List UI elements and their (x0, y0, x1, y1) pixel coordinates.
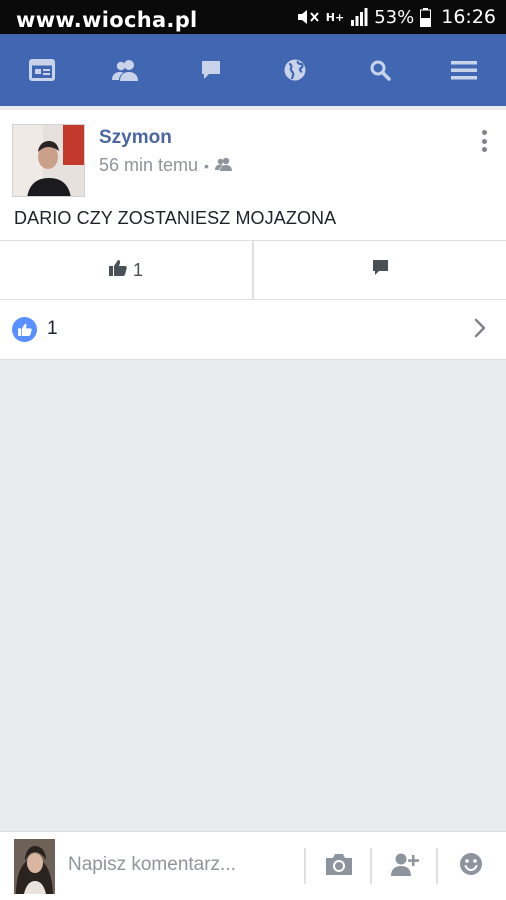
author-avatar[interactable] (12, 124, 85, 197)
smiley-icon (459, 852, 483, 881)
comment-input[interactable]: Napisz komentarz... (68, 854, 298, 876)
post-card: Szymon 56 min temu • DARIO CZY ZOSTANIES… (0, 110, 506, 360)
messages-icon (200, 59, 222, 81)
divider (436, 848, 438, 884)
thumbs-up-icon (108, 259, 127, 281)
tag-friend-button[interactable] (375, 848, 435, 884)
friends-icon (112, 59, 140, 81)
meta-separator: • (204, 157, 209, 174)
post-options-icon[interactable] (476, 128, 492, 154)
mute-icon (296, 8, 320, 26)
like-button-count: 1 (132, 259, 143, 280)
notifications-globe-icon (283, 58, 307, 82)
battery-icon (420, 7, 432, 27)
nav-search[interactable] (338, 34, 422, 106)
chevron-right-icon (474, 318, 486, 343)
nav-news-feed[interactable] (0, 34, 84, 106)
network-type-icon: H+ (325, 10, 345, 24)
like-button[interactable]: 1 (0, 241, 252, 299)
camera-icon (324, 852, 354, 881)
news-feed-icon (29, 59, 55, 81)
likes-summary[interactable]: 1 (0, 300, 506, 358)
battery-percent: 53% (374, 6, 415, 28)
status-icons: H+ 53% 16:26 (296, 5, 496, 29)
nav-menu[interactable] (422, 34, 506, 106)
comment-button[interactable] (252, 241, 506, 299)
menu-icon (450, 59, 478, 81)
nav-friends[interactable] (84, 34, 168, 106)
current-user-avatar (14, 839, 55, 894)
watermark: www.wiocha.pl (16, 8, 198, 32)
audience-friends-icon[interactable] (214, 155, 233, 176)
likes-total: 1 (47, 318, 58, 339)
post-time[interactable]: 56 min temu (99, 155, 198, 176)
post-author[interactable]: Szymon (99, 127, 172, 149)
divider (370, 848, 372, 884)
add-person-icon (391, 852, 419, 881)
like-badge-icon (12, 316, 37, 342)
search-icon (369, 59, 391, 81)
clock: 16:26 (441, 6, 496, 28)
nav-messages[interactable] (169, 34, 253, 106)
top-nav-bar (0, 34, 506, 106)
post-meta: 56 min temu • (99, 155, 233, 176)
post-actions: 1 (0, 240, 506, 300)
nav-notifications[interactable] (253, 34, 337, 106)
divider (304, 848, 306, 884)
comment-bar: Napisz komentarz... (0, 831, 506, 900)
post-text: DARIO CZY ZOSTANIESZ MOJAZONA (14, 208, 337, 228)
emoji-button[interactable] (441, 848, 501, 884)
comment-icon (372, 259, 389, 281)
status-bar: www.wiocha.pl H+ 53% 16:26 (0, 0, 506, 34)
camera-button[interactable] (309, 848, 369, 884)
signal-icon (350, 8, 368, 26)
